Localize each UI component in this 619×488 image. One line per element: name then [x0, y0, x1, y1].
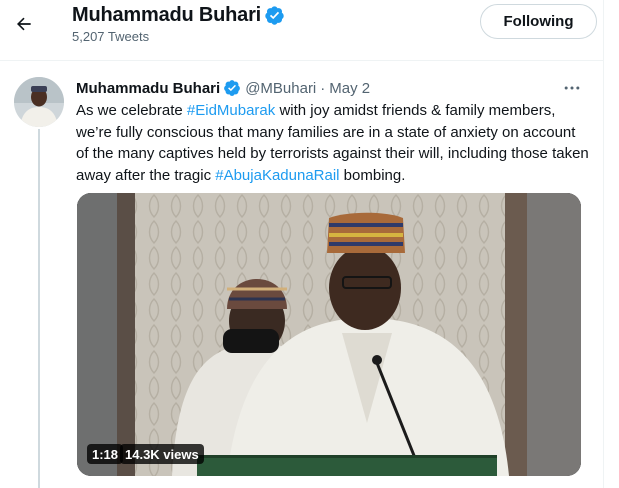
more-options-button[interactable]: [560, 78, 584, 98]
verified-badge-icon: [264, 5, 285, 26]
tweet-text-part: bombing.: [339, 166, 406, 184]
verified-badge-icon: [223, 79, 241, 97]
more-horizontal-icon: [564, 86, 580, 90]
thread-line: [38, 129, 40, 488]
back-button[interactable]: [6, 6, 42, 42]
column-border: [603, 0, 604, 488]
following-button[interactable]: Following: [480, 4, 597, 39]
author-name[interactable]: Muhammadu Buhari: [76, 80, 220, 97]
profile-name: Muhammadu Buhari: [72, 4, 262, 26]
profile-page: Muhammadu Buhari 5,207 Tweets Following …: [0, 0, 619, 488]
header-divider: [0, 60, 603, 61]
video-views: 14.3K views: [120, 444, 204, 464]
tweet-header: Muhammadu Buhari @MBuhari · May 2: [76, 79, 370, 97]
profile-header: Muhammadu Buhari 5,207 Tweets Following: [0, 0, 603, 60]
arrow-left-icon: [17, 17, 31, 31]
meta-separator: ·: [320, 79, 326, 97]
tweet-date[interactable]: May 2: [329, 80, 370, 97]
author-handle[interactable]: @MBuhari: [245, 80, 316, 97]
video-duration: 1:18: [87, 444, 124, 464]
tweet-text-part: As we celebrate: [76, 102, 187, 119]
tweet-count: 5,207 Tweets: [72, 29, 150, 44]
hashtag-link[interactable]: #EidMubarak: [187, 102, 275, 119]
header-title: Muhammadu Buhari: [72, 4, 285, 27]
tweet-text: As we celebrate #EidMubarak with joy ami…: [76, 100, 591, 186]
hashtag-link[interactable]: #AbujaKadunaRail: [215, 167, 339, 184]
avatar[interactable]: [14, 77, 64, 127]
video-player[interactable]: [77, 193, 581, 476]
